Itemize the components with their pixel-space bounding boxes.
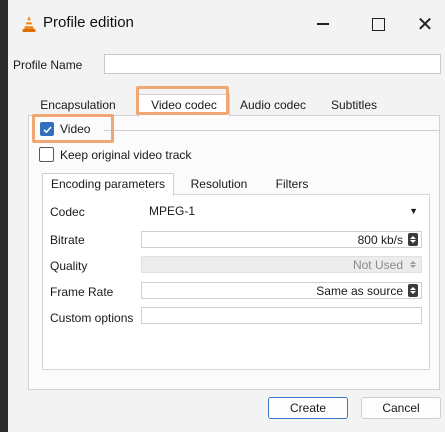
frame-rate-label: Frame Rate (50, 285, 114, 299)
create-button[interactable]: Create (268, 397, 348, 419)
spin-arrows-icon[interactable] (408, 233, 418, 246)
video-checkbox-highlight (32, 114, 114, 143)
tab-video-codec[interactable]: Video codec (138, 94, 230, 117)
keep-original-checkbox[interactable] (39, 147, 54, 162)
minimize-icon (317, 23, 329, 25)
codec-label: Codec (50, 205, 85, 219)
quality-spinbox: Not Used (141, 256, 422, 273)
title-bar: Profile edition ✕ (8, 0, 445, 46)
tab-resolution[interactable]: Resolution (179, 173, 259, 195)
close-icon: ✕ (416, 13, 434, 36)
tab-audio-codec[interactable]: Audio codec (228, 94, 318, 116)
cancel-button[interactable]: Cancel (361, 397, 441, 419)
maximize-button[interactable] (358, 10, 398, 38)
frame-rate-spinbox[interactable]: Same as source (141, 282, 422, 299)
tab-encoding-parameters[interactable]: Encoding parameters (42, 173, 174, 196)
maximize-icon (371, 17, 385, 31)
profile-name-input[interactable] (104, 54, 441, 74)
tab-encapsulation[interactable]: Encapsulation (28, 94, 128, 116)
codec-select[interactable]: MPEG-1 ▼ (141, 203, 422, 220)
dropdown-arrow-icon: ▼ (409, 206, 418, 216)
profile-edition-window: Profile edition ✕ Profile Name Encapsula… (8, 0, 445, 432)
window-title: Profile edition (43, 14, 134, 31)
tab-subtitles[interactable]: Subtitles (318, 94, 390, 116)
minimize-button[interactable] (303, 10, 343, 38)
video-group-line (104, 130, 439, 131)
custom-options-label: Custom options (50, 311, 134, 325)
quality-label: Quality (50, 259, 88, 273)
vlc-cone-icon (22, 16, 36, 32)
spin-arrows-icon[interactable] (408, 284, 418, 297)
bitrate-label: Bitrate (50, 233, 85, 247)
close-button[interactable]: ✕ (405, 10, 445, 38)
bitrate-spinbox[interactable]: 800 kb/s (141, 231, 422, 248)
quality-value: Not Used (352, 258, 403, 272)
custom-options-input[interactable] (141, 307, 422, 324)
bitrate-value: 800 kb/s (357, 233, 403, 247)
codec-value: MPEG-1 (149, 204, 196, 218)
profile-name-label: Profile Name (13, 58, 83, 72)
keep-original-label: Keep original video track (60, 148, 192, 162)
tab-filters[interactable]: Filters (262, 173, 322, 195)
spin-arrows-icon (408, 258, 418, 271)
frame-rate-value: Same as source (316, 284, 403, 298)
